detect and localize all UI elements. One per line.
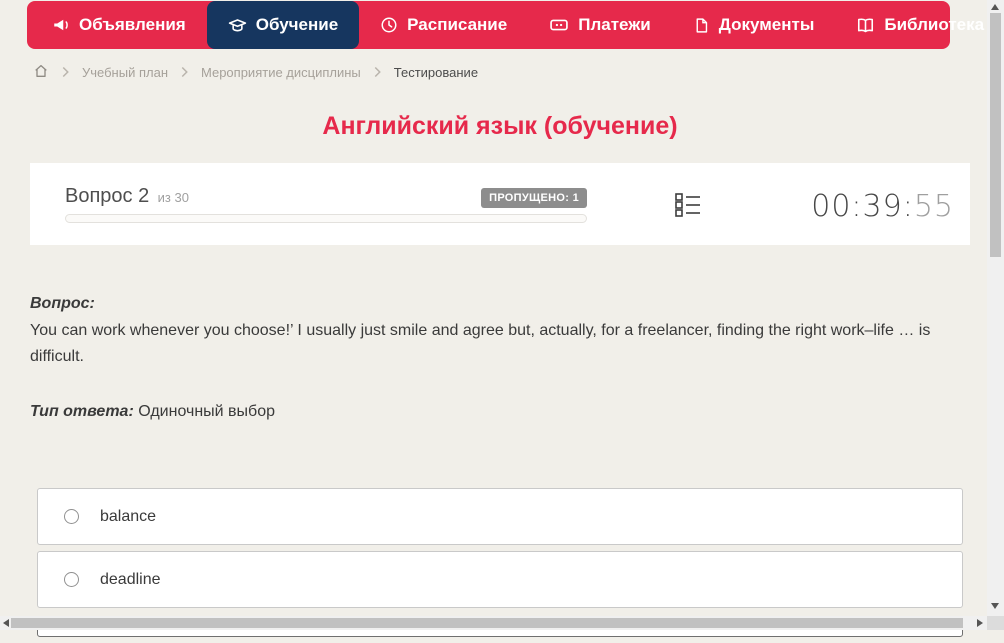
nav-item-schedule[interactable]: Расписание [359,1,528,49]
nav-item-announcements[interactable]: Объявления [31,1,207,49]
nav-item-label: Объявления [79,15,186,34]
option-label: deadline [100,570,161,588]
breadcrumb-separator-icon [180,66,189,78]
nav-item-learning[interactable]: Обучение [206,1,360,49]
breadcrumb-item-testing: Тестирование [393,64,479,80]
home-icon[interactable] [33,63,49,82]
question-total: из 30 [157,190,189,205]
nav-item-label: Расписание [407,15,508,34]
document-icon [693,17,710,34]
scrollbar-corner [987,616,1004,630]
graduation-cap-icon [228,16,247,35]
answer-type: Тип ответа: Одиночный выбор [30,403,275,421]
missed-badge: ПРОПУЩЕНО: 1 [481,188,587,208]
breadcrumb: Учебный план Мероприятие дисциплины Тест… [33,63,478,81]
timer: 00:39:55 [811,189,954,224]
page-title: Английский язык (обучение) [322,112,678,140]
question-heading: Вопрос: [30,295,95,312]
breadcrumb-item-discipline-event[interactable]: Мероприятие дисциплины [201,65,361,80]
breadcrumb-separator-icon [61,66,70,78]
horizontal-scrollbar-thumb[interactable] [11,618,963,628]
book-icon [856,16,875,35]
nav-item-payments[interactable]: Платежи [528,1,672,49]
scroll-down-arrow-icon[interactable] [991,603,999,609]
radio-button[interactable] [64,572,79,587]
nav-item-label: Обучение [255,15,339,34]
payment-icon [549,15,569,35]
question-number-row: Вопрос 2 из 30 ПРОПУЩЕНО: 1 [65,185,587,208]
scroll-up-arrow-icon[interactable] [991,4,999,10]
nav-item-label: Библиотека [884,15,985,34]
timer-seconds: 55 [913,189,954,224]
question-counter: Вопрос 2 из 30 [65,185,189,208]
nav-item-label: Платежи [578,15,651,34]
answer-option-balance[interactable]: balance [37,488,963,545]
nav-item-label: Документы [718,15,815,34]
main-nav: Объявления Обучение Расписание Платежи Д… [27,1,1004,49]
clock-icon [380,16,398,34]
question-text: You can work whenever you choose!’ I usu… [30,322,931,365]
answer-type-value: Одиночный выбор [138,403,275,420]
scroll-left-arrow-icon[interactable] [3,619,9,627]
question-list-button[interactable] [675,192,701,218]
megaphone-icon [52,16,70,34]
question-list-icon [675,193,701,222]
breadcrumb-item-study-plan[interactable]: Учебный план [82,65,168,80]
question-card: Вопрос 2 из 30 ПРОПУЩЕНО: 1 00:39:55 [30,163,970,245]
answer-type-label: Тип ответа: [30,403,134,420]
horizontal-scrollbar[interactable] [0,616,987,630]
answer-option-deadline[interactable]: deadline [37,551,963,608]
nav-item-library[interactable]: Библиотека [835,1,1004,49]
question-progressbar [65,214,587,223]
breadcrumb-separator-icon [373,66,382,78]
option-label: balance [100,507,157,525]
vertical-scrollbar[interactable] [987,0,1004,616]
vertical-scrollbar-thumb[interactable] [990,13,1001,257]
scroll-right-arrow-icon[interactable] [977,619,983,627]
nav-item-documents[interactable]: Документы [672,1,836,49]
timer-hours-minutes: 00:39: [811,189,914,224]
radio-button[interactable] [64,509,79,524]
question-number: Вопрос 2 [65,185,150,207]
question-block: Вопрос: You can work whenever you choose… [30,291,966,370]
